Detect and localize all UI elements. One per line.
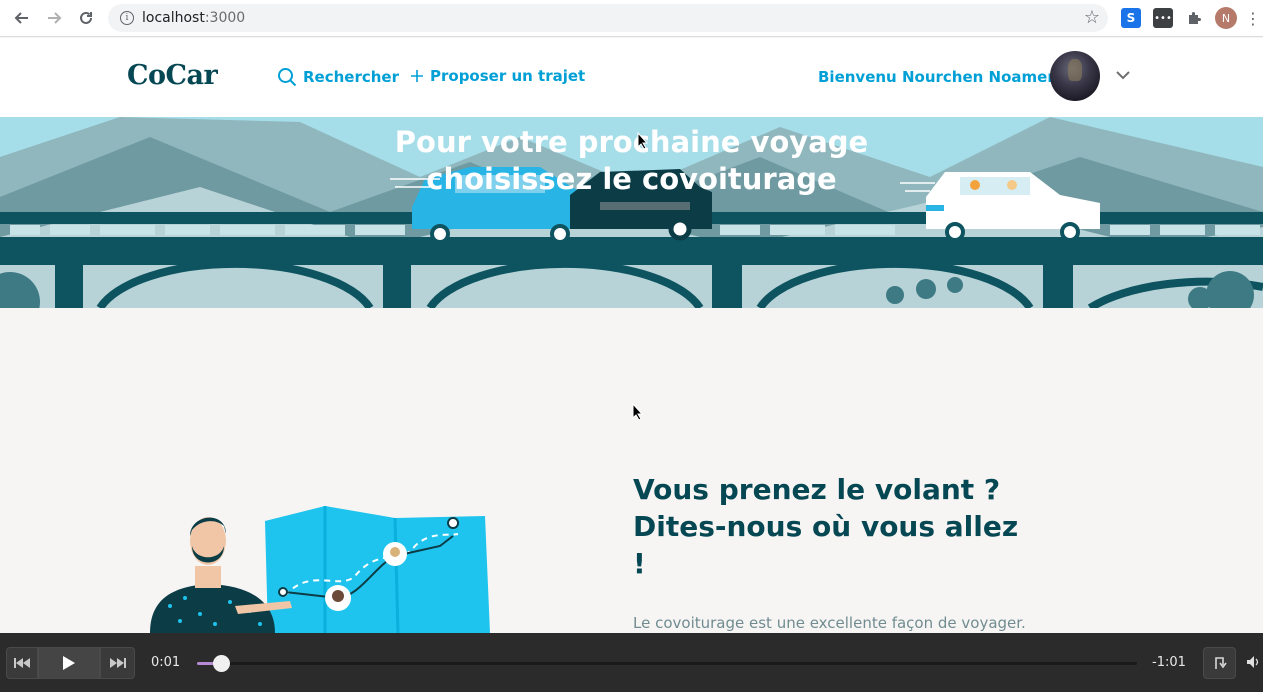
play-icon: [63, 656, 75, 670]
browser-toolbar: i localhost:3000 ☆ S ••• N ⋮: [0, 0, 1263, 37]
play-button[interactable]: [38, 647, 100, 679]
browser-menu-icon[interactable]: ⋮: [1245, 8, 1261, 28]
hero-title-line-1: Pour votre prochaine voyage: [394, 125, 869, 159]
bookmark-star-icon[interactable]: ☆: [1084, 7, 1100, 28]
current-time: 0:01: [151, 655, 181, 670]
forward-icon[interactable]: [38, 2, 70, 34]
extension-s-icon[interactable]: S: [1121, 8, 1141, 28]
profile-avatar[interactable]: N: [1215, 7, 1237, 29]
back-icon[interactable]: [6, 2, 38, 34]
search-icon: [278, 68, 297, 87]
skip-forward-button[interactable]: [100, 647, 135, 679]
volume-icon[interactable]: [1247, 655, 1261, 673]
extensions-puzzle-icon[interactable]: [1184, 8, 1204, 28]
nav-propose-link[interactable]: Proposer un trajet: [410, 67, 585, 85]
plus-icon: [411, 70, 423, 82]
remaining-time: -1:01: [1152, 655, 1186, 670]
headline-line-1: Vous prenez le volant ?: [633, 473, 1001, 506]
nav-propose-label: Proposer un trajet: [430, 67, 586, 85]
welcome-text: Bienvenu Nourchen Noamen: [818, 68, 1058, 86]
skip-back-button[interactable]: [6, 647, 38, 679]
app-header: CoCar Rechercher Proposer un trajet Bien…: [0, 38, 1263, 117]
driver-map-illustration: [150, 506, 490, 633]
address-bar[interactable]: i localhost:3000 ☆: [108, 4, 1108, 32]
info-icon[interactable]: i: [120, 11, 134, 25]
loop-icon: [1214, 657, 1227, 669]
seek-handle[interactable]: [212, 655, 230, 672]
headline-line-3: !: [633, 547, 646, 580]
user-avatar[interactable]: [1050, 51, 1100, 101]
logo[interactable]: CoCar: [127, 60, 218, 91]
hero-title: Pour votre prochaine voyage choisissez l…: [0, 124, 1263, 198]
chevron-down-icon[interactable]: [1115, 66, 1131, 85]
nav-search-link[interactable]: Rechercher: [277, 67, 399, 87]
skip-forward-icon: [109, 658, 126, 668]
headline-line-2: Dites-nous où vous allez: [633, 510, 1019, 543]
hero-title-line-2: choisissez le covoiturage: [426, 162, 837, 196]
seek-bar[interactable]: [197, 655, 1137, 672]
hero-banner: Pour votre prochaine voyage choisissez l…: [0, 117, 1263, 308]
offer-section: Vous prenez le volant ? Dites-nous où vo…: [0, 308, 1263, 650]
video-player-controls: 0:01 -1:01: [0, 633, 1263, 692]
url-text: localhost:3000: [142, 10, 246, 26]
nav-search-label: Rechercher: [303, 68, 400, 86]
loop-button[interactable]: [1203, 647, 1236, 679]
skip-back-icon: [14, 658, 30, 668]
extension-dots-icon[interactable]: •••: [1153, 8, 1173, 28]
section-headline: Vous prenez le volant ? Dites-nous où vo…: [633, 471, 1033, 582]
reload-icon[interactable]: [70, 2, 102, 34]
